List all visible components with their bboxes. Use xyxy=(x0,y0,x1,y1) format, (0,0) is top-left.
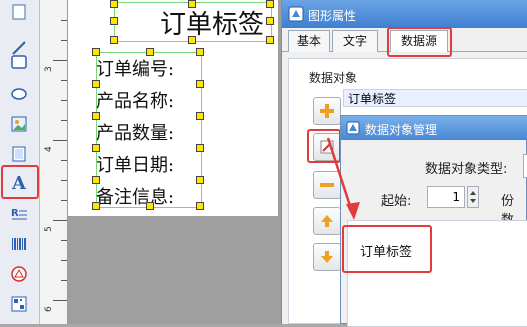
ellipse-tool-icon[interactable] xyxy=(7,82,31,106)
label-title[interactable]: 订单标签 xyxy=(160,4,264,41)
ruler-label: 5 xyxy=(44,226,54,232)
tool-top-icon[interactable] xyxy=(7,0,31,24)
tab-text[interactable]: 文字 xyxy=(332,30,378,52)
field-product-quantity[interactable]: 产品数量: xyxy=(96,119,174,145)
data-object-item[interactable]: 订单标签 xyxy=(343,89,527,107)
field-product-name[interactable]: 产品名称: xyxy=(96,87,174,113)
add-button[interactable] xyxy=(313,97,341,125)
app-icon xyxy=(288,6,304,22)
ruler-label: 4 xyxy=(44,146,54,152)
vertical-ruler: 3 4 5 6 xyxy=(40,0,68,324)
dialog-title: 图形属性 xyxy=(308,9,357,23)
rectangle-tool-icon[interactable] xyxy=(7,50,31,74)
rich-text-tool-icon[interactable]: R xyxy=(7,202,31,226)
barcode-tool-icon[interactable] xyxy=(7,232,31,256)
tab-basic[interactable]: 基本 xyxy=(288,30,330,52)
annotation-arrow xyxy=(326,137,360,220)
image-tool-icon[interactable] xyxy=(7,112,31,136)
list-item-highlight xyxy=(342,225,432,273)
type-select[interactable] xyxy=(523,154,527,178)
svg-text:R: R xyxy=(11,208,19,219)
dialog-titlebar[interactable]: 图形属性 xyxy=(282,0,527,28)
tool-strip: A R xyxy=(0,0,40,324)
ruler-label: 3 xyxy=(44,66,54,72)
field-remark[interactable]: 备注信息: xyxy=(96,183,174,209)
start-label: 起始: xyxy=(381,194,412,209)
add-icon xyxy=(320,104,334,118)
type-label: 数据对象类型: xyxy=(425,162,508,177)
field-order-number[interactable]: 订单编号: xyxy=(96,55,174,81)
data-object-label: 数据对象 xyxy=(309,71,358,85)
arrow-down-icon xyxy=(321,251,333,263)
text-tool-icon[interactable]: A xyxy=(7,170,31,194)
shape-tool-icon[interactable] xyxy=(7,262,31,286)
svg-text:A: A xyxy=(11,173,27,192)
field-order-date[interactable]: 订单日期: xyxy=(96,151,174,177)
move-down-button[interactable] xyxy=(313,243,341,271)
start-spinner[interactable] xyxy=(467,186,479,208)
start-input[interactable]: 1 xyxy=(427,186,465,208)
qrcode-tool-icon[interactable] xyxy=(7,292,31,316)
frame-tool-icon[interactable] xyxy=(7,142,31,166)
ruler-label: 6 xyxy=(44,306,54,312)
design-canvas[interactable]: 订单标签 订单编号: 产品名称: 产品数量: 订单日期: 备注信息: xyxy=(68,0,281,324)
datasource-tab-highlight xyxy=(387,27,452,57)
label-paper[interactable]: 订单标签 订单编号: 产品名称: 产品数量: 订单日期: 备注信息: xyxy=(68,0,278,216)
